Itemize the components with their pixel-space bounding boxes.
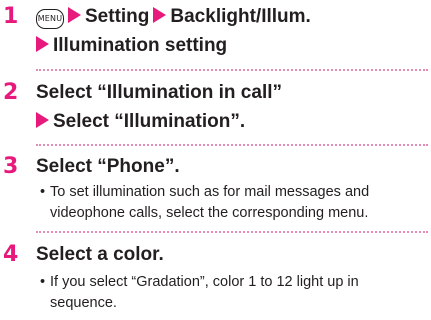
triangle-right-icon [68, 7, 81, 23]
bullet: • [40, 274, 46, 290]
step-1-line-1: MENU Setting Backlight/Illum. [36, 6, 311, 29]
step-separator [36, 69, 428, 71]
triangle-right-icon [36, 36, 49, 52]
menu-path-illumination-setting: Illumination setting [53, 35, 228, 56]
step-2-instruction: Select “Illumination in call” [36, 82, 282, 103]
step-4-instruction: Select a color. [36, 244, 164, 265]
step-2-line-2: Select “Illumination”. [36, 111, 245, 133]
step-3-note: • To set illumination such as for mail m… [40, 182, 428, 224]
step-3-instruction: Select “Phone”. [36, 156, 180, 177]
step-number: 1 [3, 4, 19, 29]
step-2-instruction-cont: Select “Illumination”. [53, 111, 246, 132]
note-text: To set illumination such as for mail mes… [50, 184, 370, 221]
bullet: • [40, 184, 46, 200]
menu-path-setting: Setting [85, 6, 150, 27]
step-separator [36, 144, 428, 146]
step-number: 4 [3, 242, 19, 267]
step-2-line-1: Select “Illumination in call” [36, 82, 282, 104]
menu-path-backlight: Backlight/Illum. [170, 6, 311, 27]
menu-key-icon: MENU [36, 9, 64, 29]
step-4-note: • If you select “Gradation”, color 1 to … [40, 272, 428, 314]
triangle-right-icon [153, 7, 167, 23]
note-text: If you select “Gradation”, color 1 to 12… [50, 274, 359, 311]
step-separator [36, 231, 428, 233]
step-1-line-2: Illumination setting [36, 35, 227, 57]
step-4-line-1: Select a color. [36, 244, 164, 266]
step-number: 2 [3, 80, 19, 105]
step-3-line-1: Select “Phone”. [36, 156, 180, 178]
triangle-right-icon [36, 112, 49, 128]
step-number: 3 [3, 154, 19, 179]
